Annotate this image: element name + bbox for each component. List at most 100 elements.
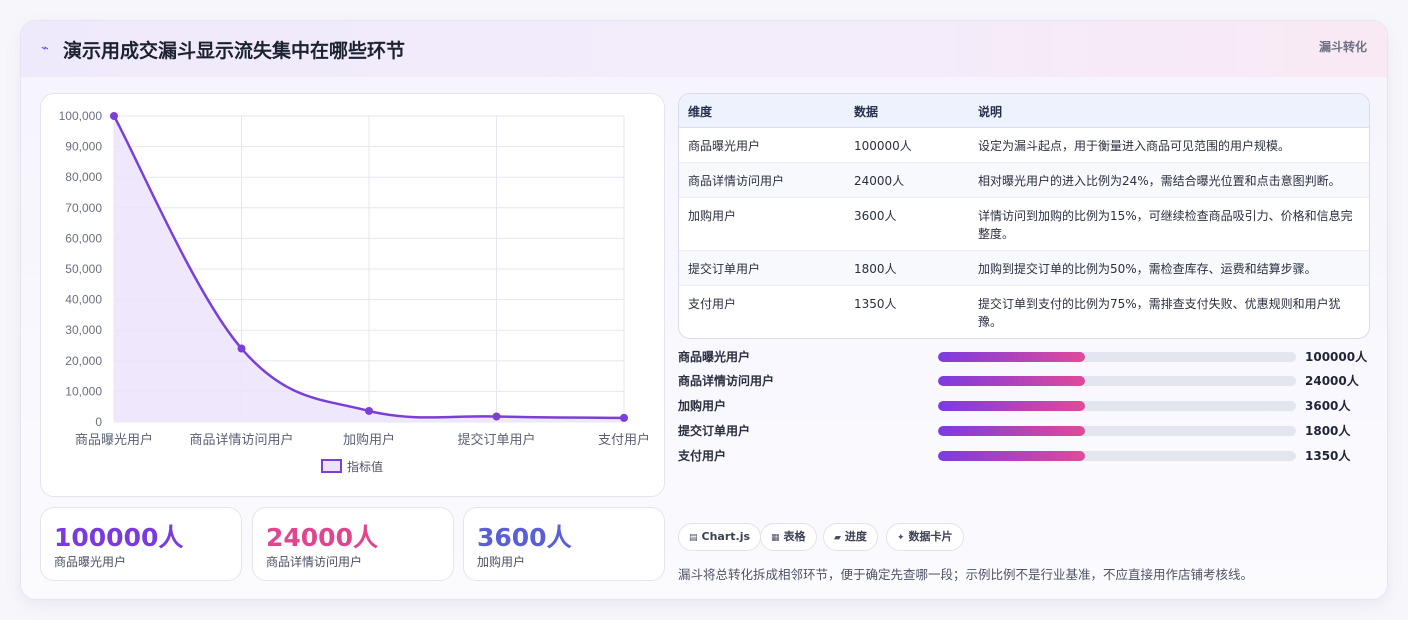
data-point <box>620 413 628 422</box>
table-cell: 提交订单到支付的比例为75%，需排查支付失败、优惠规则和用户犹豫。 <box>978 297 1341 329</box>
progress-track <box>938 401 1296 411</box>
stat-card-detail: 24000人 商品详情访问用户 <box>252 507 454 581</box>
sparkle-icon: ✦ <box>897 533 905 543</box>
table-cell: 24000人 <box>854 174 905 188</box>
y-tick-label: 70,000 <box>65 201 102 215</box>
funnel-card: ⌁ 演示用成交漏斗显示流失集中在哪些环节 漏斗转化 0 10,000 20,000 3… <box>20 20 1388 600</box>
progress-fill <box>938 376 1085 386</box>
progress-label: 加购用户 <box>678 399 727 413</box>
data-point <box>110 112 118 120</box>
table-cell: 1350人 <box>854 297 897 311</box>
progress-icon: ▰ <box>834 533 841 543</box>
progress-track <box>938 376 1296 386</box>
progress-fill <box>938 401 1085 411</box>
y-tick-label: 90,000 <box>65 140 102 154</box>
chip-chartjs[interactable]: ▤ Chart.js <box>678 523 762 551</box>
progress-track <box>938 451 1296 461</box>
progress-fill <box>938 352 1085 362</box>
header-tag: 漏斗转化 <box>1318 40 1367 54</box>
x-tick-label: 支付用户 <box>598 432 650 448</box>
progress-value: 3600人 <box>1305 399 1351 413</box>
stat-value: 24000人 <box>266 523 378 552</box>
y-tick-label: 100,000 <box>59 109 103 123</box>
table-cell: 1800人 <box>854 262 897 276</box>
stat-label: 商品曝光用户 <box>54 555 127 569</box>
x-tick-label: 商品详情访问用户 <box>189 432 293 448</box>
data-table: 维度 数据 说明 商品曝光用户 100000人 设定为漏斗起点，用于衡量进入商品… <box>678 93 1370 339</box>
y-tick-label: 40,000 <box>65 293 102 307</box>
column-header: 说明 <box>978 105 1003 119</box>
funnel-area-chart: 0 10,000 20,000 30,000 40,000 50,000 60,000 70,… <box>59 109 650 474</box>
chip-label: 数据卡片 <box>908 530 953 543</box>
table-header: 维度 数据 说明 <box>679 94 1369 128</box>
chart-panel: 0 10,000 20,000 30,000 40,000 50,000 60,000 70,… <box>40 93 665 497</box>
progress-fill <box>938 426 1085 436</box>
table-cell: 100000人 <box>854 139 912 153</box>
progress-row: 提交订单用户 1800人 <box>678 421 1368 441</box>
chip-label: 进度 <box>844 530 867 543</box>
legend-label: 指标值 <box>347 459 383 474</box>
table-cell: 3600人 <box>854 209 897 223</box>
x-tick-label: 加购用户 <box>343 432 395 448</box>
data-point <box>492 412 501 421</box>
trend-line-icon: ⌁ <box>41 41 49 56</box>
progress-value: 1350人 <box>1305 449 1351 463</box>
progress-label: 商品曝光用户 <box>678 350 751 364</box>
y-tick-label: 60,000 <box>65 231 102 245</box>
chart-icon: ▤ <box>689 533 698 543</box>
stat-value: 100000人 <box>54 523 184 552</box>
table-row: 商品详情访问用户 24000人 相对曝光用户的进入比例为24%，需结合曝光位置和… <box>679 163 1369 198</box>
table-cell: 相对曝光用户的进入比例为24%，需结合曝光位置和点击意图判断。 <box>978 174 1341 188</box>
y-tick-label: 20,000 <box>65 354 102 368</box>
chip-data-card[interactable]: ✦ 数据卡片 <box>886 523 964 551</box>
chip-label: 表格 <box>783 530 806 543</box>
progress-fill <box>938 451 1085 461</box>
progress-value: 100000人 <box>1305 350 1368 364</box>
y-tick-label: 0 <box>95 415 102 429</box>
table-cell: 提交订单用户 <box>688 262 761 276</box>
data-point <box>237 344 246 353</box>
page-title: 演示用成交漏斗显示流失集中在哪些环节 <box>63 40 406 62</box>
table-cell: 商品详情访问用户 <box>688 174 785 188</box>
stat-value: 3600人 <box>477 523 572 552</box>
y-tick-label: 30,000 <box>65 323 102 337</box>
legend-swatch <box>321 459 342 473</box>
data-point <box>365 406 373 415</box>
table-cell: 加购到提交订单的比例为50%，需检查库存、运费和结算步骤。 <box>978 262 1317 276</box>
column-header: 数据 <box>854 105 879 119</box>
table-row: 提交订单用户 1800人 加购到提交订单的比例为50%，需检查库存、运费和结算步… <box>679 251 1369 286</box>
stat-card-cart: 3600人 加购用户 <box>463 507 665 581</box>
stat-label: 商品详情访问用户 <box>266 555 363 569</box>
table-icon: ▦ <box>771 533 780 543</box>
x-tick-label: 提交订单用户 <box>457 432 535 448</box>
progress-label: 支付用户 <box>678 449 727 463</box>
chip-table[interactable]: ▦ 表格 <box>760 523 817 551</box>
chip-label: Chart.js <box>701 530 751 543</box>
progress-row: 支付用户 1350人 <box>678 446 1368 466</box>
y-tick-label: 80,000 <box>65 170 102 184</box>
stat-card-exposure: 100000人 商品曝光用户 <box>40 507 242 581</box>
progress-label: 商品详情访问用户 <box>678 374 775 388</box>
table-cell: 详情访问到加购的比例为15%，可继续检查商品吸引力、价格和信息完整度。 <box>978 209 1353 241</box>
x-tick-label: 商品曝光用户 <box>75 432 153 448</box>
footnote: 漏斗将总转化拆成相邻环节，便于确定先查哪一段；示例比例不是行业基准，不应直接用作… <box>678 567 1254 582</box>
progress-row: 商品详情访问用户 24000人 <box>678 371 1368 391</box>
progress-list: 商品曝光用户 100000人 商品详情访问用户 24000人 加购用户 3600… <box>678 347 1368 467</box>
table-row: 加购用户 3600人 详情访问到加购的比例为15%，可继续检查商品吸引力、价格和… <box>679 198 1369 251</box>
table-cell: 商品曝光用户 <box>688 139 761 153</box>
table-row: 支付用户 1350人 提交订单到支付的比例为75%，需排查支付失败、优惠规则和用… <box>679 286 1369 338</box>
chip-progress[interactable]: ▰ 进度 <box>823 523 878 551</box>
column-header: 维度 <box>688 105 713 119</box>
table-cell: 加购用户 <box>688 209 737 223</box>
progress-track <box>938 426 1296 436</box>
progress-value: 1800人 <box>1305 424 1351 438</box>
table-cell: 支付用户 <box>688 297 737 311</box>
y-tick-label: 50,000 <box>65 262 102 276</box>
progress-row: 加购用户 3600人 <box>678 396 1368 416</box>
stat-label: 加购用户 <box>477 555 526 569</box>
progress-value: 24000人 <box>1305 374 1359 388</box>
card-header: ⌁ 演示用成交漏斗显示流失集中在哪些环节 漏斗转化 <box>21 21 1387 77</box>
y-tick-label: 10,000 <box>65 384 102 398</box>
progress-label: 提交订单用户 <box>678 424 751 438</box>
progress-track <box>938 352 1296 362</box>
